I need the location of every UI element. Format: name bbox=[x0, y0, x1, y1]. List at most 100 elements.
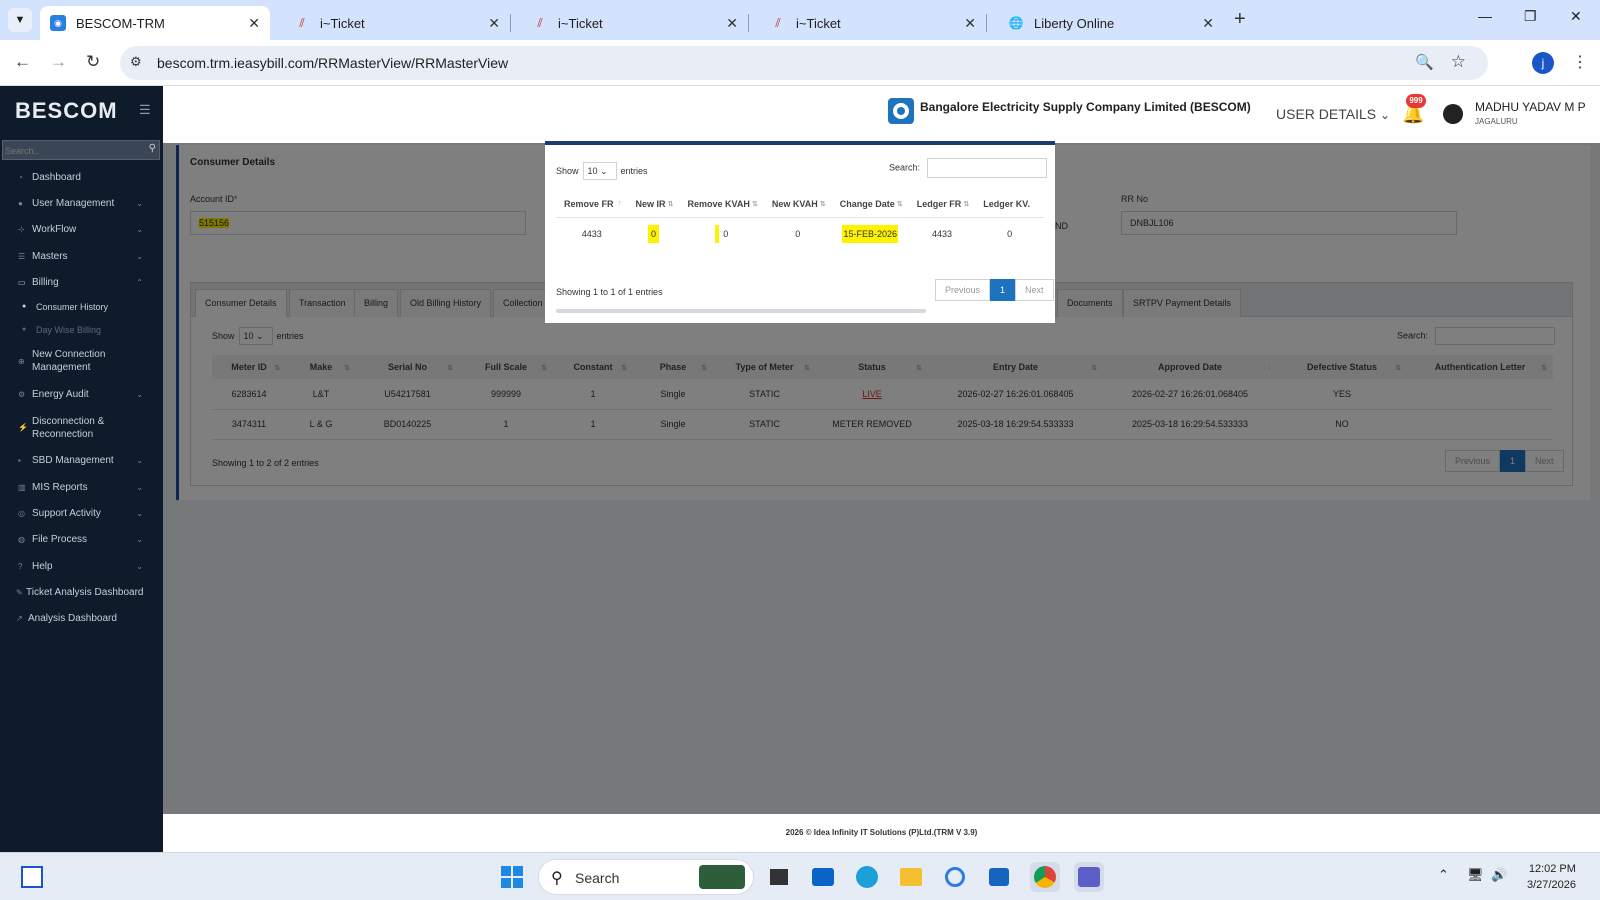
brand-logo-text: BESCOM bbox=[15, 98, 118, 123]
close-tab-icon[interactable]: ✕ bbox=[1202, 15, 1214, 32]
sidebar-item-support-activity[interactable]: ◎ Support Activity ⌄ bbox=[0, 500, 163, 526]
sidebar-item-energy-audit[interactable]: ⚙ Energy Audit ⌄ bbox=[0, 381, 163, 407]
sidebar-subitem-day-wise-billing[interactable]: ● Day Wise Billing bbox=[0, 318, 163, 341]
horizontal-scrollbar[interactable] bbox=[556, 309, 926, 313]
chevron-down-icon: ⌄ bbox=[136, 456, 143, 466]
user-icon: ● bbox=[18, 198, 23, 208]
network-icon[interactable]: 🖥 bbox=[1467, 867, 1484, 883]
sidebar-item-new-connection[interactable]: ⊕ New Connection Management bbox=[0, 341, 163, 381]
close-window-icon[interactable]: ✕ bbox=[1570, 8, 1582, 25]
user-avatar-icon[interactable] bbox=[1443, 104, 1463, 124]
audit-icon: ⚙ bbox=[18, 390, 26, 400]
modal-entries-select[interactable]: 10 ⌄ bbox=[582, 162, 617, 180]
back-arrow-icon[interactable]: ← bbox=[14, 52, 31, 72]
globe-icon: 🌐 bbox=[1008, 16, 1024, 30]
url-text[interactable]: bescom.trm.ieasybill.com/RRMasterView/RR… bbox=[157, 55, 508, 71]
sidebar-item-user-management[interactable]: ● User Management ⌄ bbox=[0, 190, 163, 216]
sort-icon: ⇅ bbox=[667, 201, 674, 208]
sidebar-item-disconnection[interactable]: ⚡ Disconnection & Reconnection bbox=[0, 408, 163, 448]
previous-page-button[interactable]: Previous bbox=[935, 279, 991, 301]
browser-tab-iticket-1[interactable]: ⫽ i~Ticket ✕ bbox=[284, 6, 511, 40]
browser-tab-iticket-2[interactable]: ⫽ i~Ticket ✕ bbox=[522, 6, 749, 40]
support-icon: ◎ bbox=[18, 509, 25, 519]
sidebar-item-workflow[interactable]: ⊹ WorkFlow ⌄ bbox=[0, 217, 163, 243]
browser-tab-liberty[interactable]: 🌐 Liberty Online ✕ bbox=[998, 6, 1224, 40]
company-name: Bangalore Electricity Supply Company Lim… bbox=[920, 100, 1251, 114]
volume-icon[interactable]: 🔊 bbox=[1491, 867, 1507, 883]
page-1-button[interactable]: 1 bbox=[990, 279, 1016, 301]
tab-list-button[interactable]: ▼ bbox=[8, 8, 32, 32]
close-tab-icon[interactable]: ✕ bbox=[488, 15, 500, 32]
new-tab-plus-icon[interactable]: + bbox=[1234, 8, 1246, 31]
sort-icon: ⇅ bbox=[752, 201, 758, 208]
col-header[interactable]: Change Date ⇅ bbox=[831, 191, 909, 218]
tab-title: i~Ticket bbox=[796, 15, 841, 31]
next-page-button[interactable]: Next bbox=[1015, 279, 1054, 301]
teams-icon[interactable] bbox=[1074, 862, 1104, 892]
close-tab-icon[interactable]: ✕ bbox=[726, 15, 738, 32]
plug-icon: ⚡ bbox=[18, 423, 28, 433]
col-header[interactable]: Ledger FR ⇅ bbox=[908, 191, 976, 218]
outlook-icon[interactable] bbox=[808, 862, 838, 892]
tray-chevron-up-icon[interactable]: ⌃ bbox=[1438, 867, 1449, 883]
search-icon[interactable]: ⚲ bbox=[149, 143, 156, 154]
widgets-icon[interactable] bbox=[17, 862, 47, 892]
dashboard-icon: ◔ bbox=[18, 172, 23, 182]
sidebar-search-input[interactable] bbox=[3, 142, 138, 160]
chevron-down-icon: ⌄ bbox=[136, 225, 143, 235]
modal-table-info: Showing 1 to 1 of 1 entries bbox=[556, 287, 663, 297]
task-view-icon[interactable] bbox=[764, 862, 794, 892]
hamburger-menu-icon[interactable]: ☰ bbox=[139, 102, 151, 118]
browser-tab-iticket-3[interactable]: ⫽ i~Ticket ✕ bbox=[760, 6, 987, 40]
sidebar-item-mis-reports[interactable]: ▥ MIS Reports ⌄ bbox=[0, 474, 163, 500]
chevron-circle-down-icon: ⌄ bbox=[1380, 108, 1391, 122]
search-icon: ⚲ bbox=[551, 870, 563, 887]
chevron-down-icon: ⌄ bbox=[136, 482, 143, 492]
sidebar-item-billing[interactable]: ▭ Billing ⌃ bbox=[0, 269, 163, 295]
modal-search-input[interactable] bbox=[926, 158, 1047, 178]
omnibox[interactable]: ⚙ bescom.trm.ieasybill.com/RRMasterView/… bbox=[120, 46, 1488, 80]
chrome-icon[interactable] bbox=[1030, 862, 1060, 892]
chevron-up-icon: ⌃ bbox=[136, 277, 143, 287]
col-header[interactable]: Ledger KV. bbox=[975, 191, 1044, 218]
sidebar-item-masters[interactable]: ☰ Masters ⌄ bbox=[0, 243, 163, 269]
forward-arrow-icon[interactable]: → bbox=[50, 52, 67, 72]
modal-entries-length: Show 10 ⌄ entries bbox=[556, 162, 648, 180]
sync-app-icon[interactable] bbox=[940, 862, 970, 892]
taskbar-search[interactable]: ⚲ Search bbox=[538, 859, 754, 895]
modal-pagination: Previous 1 Next bbox=[935, 279, 1054, 301]
col-header[interactable]: Remove KVAH ⇅ bbox=[679, 191, 764, 218]
sidebar-item-dashboard[interactable]: ◔ Dashboard bbox=[0, 164, 163, 190]
close-tab-icon[interactable]: ✕ bbox=[964, 15, 976, 32]
sort-icon: ⇅ bbox=[963, 201, 970, 208]
sort-icon: ↑ bbox=[618, 200, 622, 207]
sidebar-item-help[interactable]: ? Help ⌄ bbox=[0, 553, 163, 579]
windows-start-icon[interactable] bbox=[497, 862, 527, 892]
edge-icon[interactable] bbox=[852, 862, 882, 892]
close-tab-icon[interactable]: ✕ bbox=[248, 15, 260, 32]
taskbar-clock[interactable]: 12:02 PM 3/27/2026 bbox=[1527, 861, 1576, 893]
profile-avatar[interactable]: j bbox=[1532, 52, 1554, 74]
col-header[interactable]: New KVAH ⇅ bbox=[763, 191, 832, 218]
site-info-icon[interactable]: ⚙ bbox=[130, 54, 142, 70]
restore-icon[interactable]: ❐ bbox=[1524, 8, 1537, 25]
sidebar-item-analysis-dashboard[interactable]: ↗ Analysis Dashboard bbox=[0, 606, 163, 632]
store-icon[interactable] bbox=[984, 862, 1014, 892]
browser-menu-icon[interactable]: ⋮ bbox=[1572, 52, 1588, 72]
file-explorer-icon[interactable] bbox=[896, 862, 926, 892]
sidebar-item-ticket-analysis[interactable]: ✎ Ticket Analysis Dashboard bbox=[0, 579, 163, 605]
bookmark-star-icon[interactable]: ☆ bbox=[1451, 52, 1466, 72]
browser-tab-bescom[interactable]: ◉ BESCOM-TRM ✕ bbox=[40, 6, 270, 40]
chevron-down-icon: ▼ bbox=[14, 14, 26, 26]
zoom-icon[interactable]: 🔍 bbox=[1415, 53, 1434, 71]
minimize-icon[interactable]: — bbox=[1478, 8, 1492, 24]
col-header[interactable]: Remove FR ↑ bbox=[556, 191, 628, 218]
user-details-dropdown[interactable]: USER DETAILS ⌄ bbox=[1276, 106, 1390, 122]
chevron-down-icon: ⌄ bbox=[136, 561, 143, 571]
sidebar-item-sbd-management[interactable]: ▪ SBD Management ⌄ bbox=[0, 448, 163, 474]
reload-icon[interactable]: ↻ bbox=[86, 52, 100, 72]
sidebar-item-file-process[interactable]: ◍ File Process ⌄ bbox=[0, 527, 163, 553]
sidebar-subitem-consumer-history[interactable]: ● Consumer History bbox=[0, 295, 163, 318]
col-header[interactable]: New IR ⇅ bbox=[627, 191, 680, 218]
file-icon: ◍ bbox=[18, 535, 25, 545]
